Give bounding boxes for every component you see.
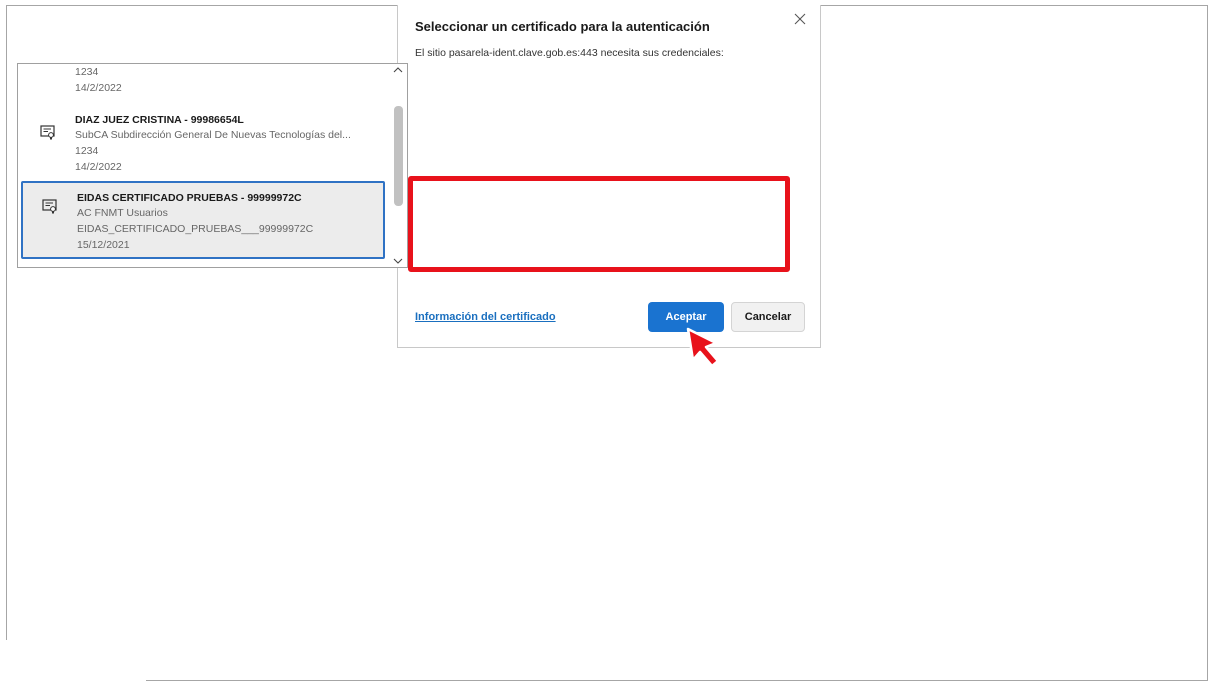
cert-date: 14/2/2022 <box>75 82 122 94</box>
cert-date: 15/12/2021 <box>77 239 130 251</box>
cert-issuer: SubCA Subdirección General De Nuevas Tec… <box>75 129 351 141</box>
certificate-icon <box>42 199 57 214</box>
cert-serial: 1234 <box>75 66 99 78</box>
certificate-list[interactable]: 1234 14/2/2022 DIAZ JUEZ CRISTINA - 9998… <box>17 63 408 268</box>
certificate-info-link[interactable]: Información del certificado <box>415 311 556 323</box>
certificate-item[interactable]: 1234 14/2/2022 <box>18 64 390 94</box>
cert-issuer: AC FNMT Usuarios <box>77 207 168 219</box>
scrollbar-thumb[interactable] <box>394 106 403 206</box>
list-scrollbar[interactable] <box>390 64 407 267</box>
frame-gap-bottom <box>6 676 146 684</box>
certificate-dialog: Seleccionar un certificado para la auten… <box>397 5 821 348</box>
cert-serial: 1234 <box>75 145 99 157</box>
certificate-item-selected[interactable]: EIDAS CERTIFICADO PRUEBAS - 99999972C AC… <box>21 181 385 259</box>
certificate-item[interactable]: DIAZ JUEZ CRISTINA - 99986654L SubCA Sub… <box>18 109 390 177</box>
close-icon[interactable] <box>792 11 808 27</box>
cancel-button[interactable]: Cancelar <box>731 302 805 332</box>
chevron-down-icon[interactable] <box>393 257 403 265</box>
cert-serial: EIDAS_CERTIFICADO_PRUEBAS___99999972C <box>77 223 314 235</box>
accept-button[interactable]: Aceptar <box>648 302 724 332</box>
certificate-icon <box>40 125 55 140</box>
cert-name: DIAZ JUEZ CRISTINA - 99986654L <box>75 114 244 126</box>
cert-date: 14/2/2022 <box>75 161 122 173</box>
dialog-title: Seleccionar un certificado para la auten… <box>415 19 710 34</box>
dialog-subtitle: El sitio pasarela-ident.clave.gob.es:443… <box>415 47 724 59</box>
cert-name: EIDAS CERTIFICADO PRUEBAS - 99999972C <box>77 192 302 204</box>
chevron-up-icon[interactable] <box>393 66 403 74</box>
